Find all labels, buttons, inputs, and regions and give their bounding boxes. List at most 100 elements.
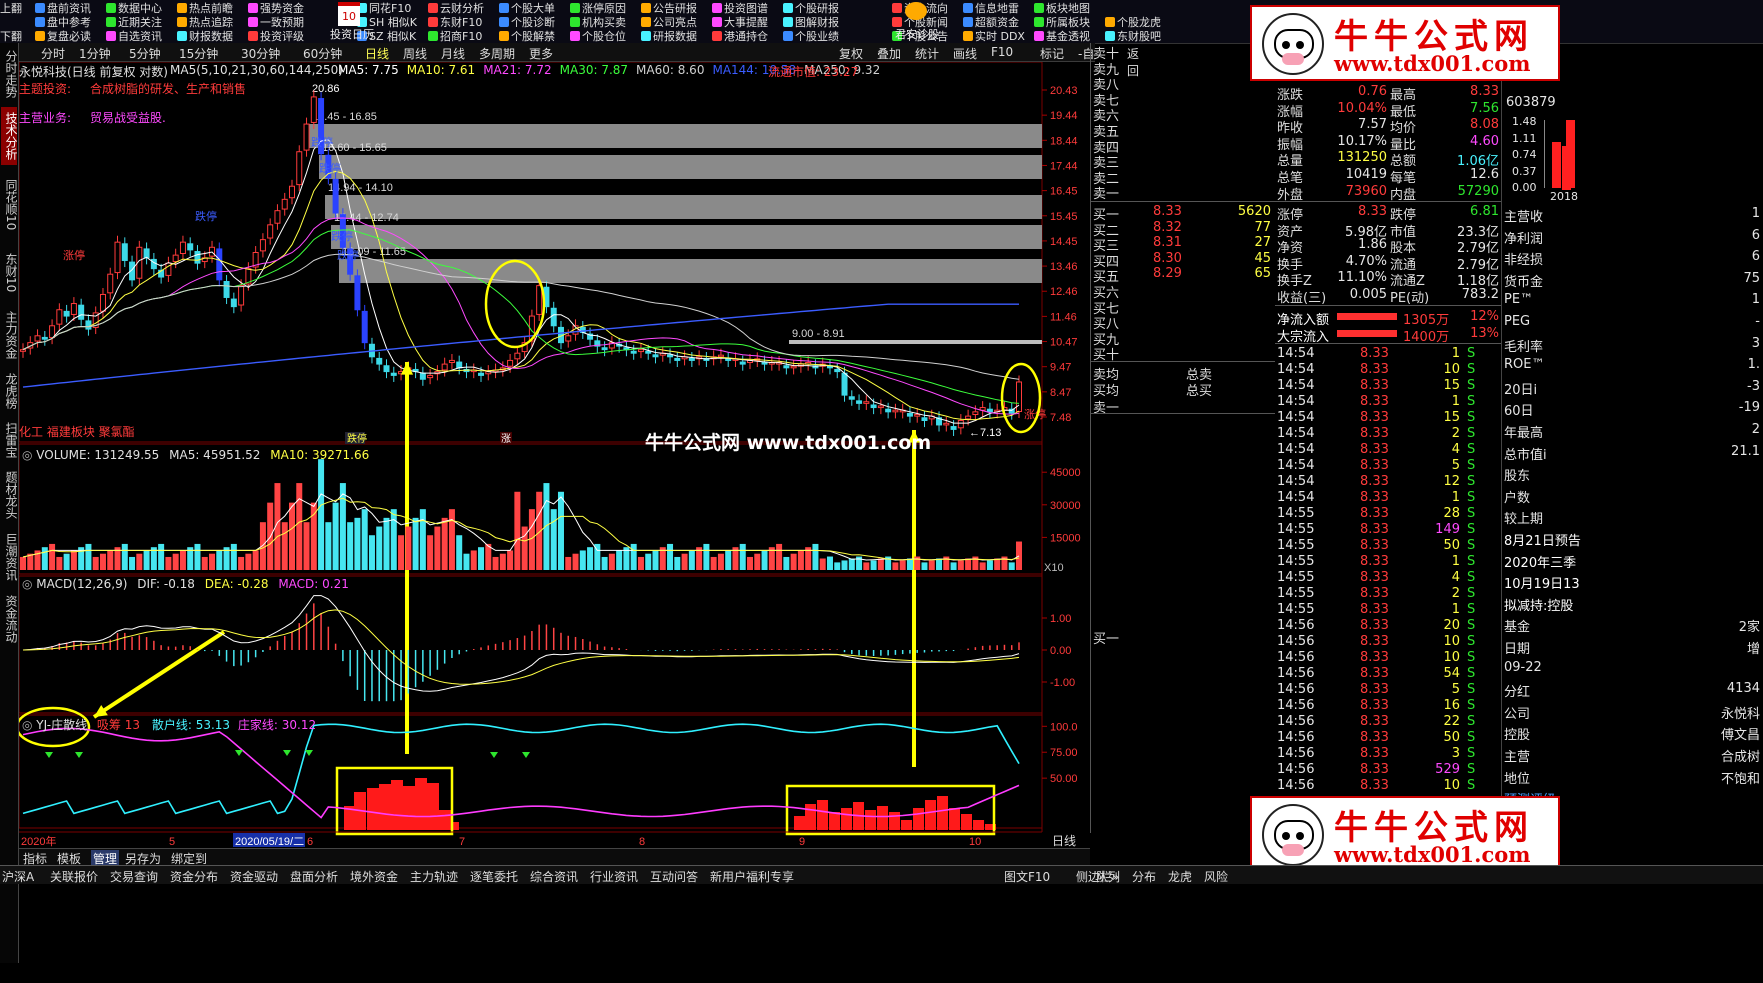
status-tab[interactable]: 关联报价	[50, 868, 98, 885]
volume-bar	[572, 553, 579, 570]
period-button[interactable]: 分时	[41, 45, 65, 62]
buy-one-bottom-label[interactable]: 买一	[1093, 628, 1119, 647]
toolbar-button[interactable]: 东财股吧	[1105, 28, 1161, 44]
toolbar-button[interactable]: 个股仓位	[570, 28, 626, 44]
info-value: 6	[1751, 249, 1760, 265]
tick-time: 14:54	[1277, 394, 1315, 409]
period-tool-button[interactable]: 叠加	[877, 45, 901, 62]
side-tab[interactable]: 分时走势	[1, 45, 18, 103]
toolbar-button[interactable]: 研报数据	[641, 28, 697, 44]
calendar-icon[interactable]: 10	[338, 2, 360, 26]
volume-tick-label: 30000	[1050, 500, 1081, 512]
period-button[interactable]: 60分钟	[303, 45, 342, 62]
gap-band	[309, 124, 1042, 148]
candle-body	[870, 404, 877, 409]
period-button[interactable]: 30分钟	[241, 45, 280, 62]
status-tab[interactable]: 主力轨迹	[410, 868, 458, 885]
toolbar-page-button[interactable]: 上翻	[0, 0, 22, 16]
side-tab[interactable]: 题材龙头	[1, 466, 18, 524]
tick-time: 14:54	[1277, 458, 1315, 473]
info-value: -3	[1747, 378, 1760, 394]
toolbar-button[interactable]: 港通持仓	[712, 28, 768, 44]
status-tab[interactable]: 互动问答	[650, 868, 698, 885]
candle-body	[739, 361, 746, 365]
toolbar-button[interactable]: 实时 DDX	[963, 28, 1025, 44]
status-tab[interactable]: 队列	[1096, 868, 1120, 885]
toolbar-page-button[interactable]: 下翻	[0, 28, 22, 44]
status-tab[interactable]: 分布	[1132, 868, 1156, 885]
tick-volume: 1	[1451, 490, 1460, 505]
toolbar-button[interactable]: 复盘必读	[35, 28, 91, 44]
tick-side: S	[1467, 442, 1476, 457]
toolbar-button[interactable]: 自选资讯	[106, 28, 162, 44]
sell-level-label[interactable]: 卖一	[1093, 183, 1119, 202]
toolbar-button[interactable]: 招商F10	[428, 28, 482, 44]
period-button[interactable]: 多周期	[479, 45, 515, 62]
calendar-label[interactable]: 投资日历	[330, 26, 374, 42]
period-button[interactable]: 更多	[529, 45, 553, 62]
tick-volume: 20	[1443, 618, 1460, 633]
status-tab[interactable]: 行业资讯	[590, 868, 638, 885]
period-tool-button[interactable]: 复权	[839, 45, 863, 62]
period-button[interactable]: 日线	[365, 45, 389, 62]
status-tab[interactable]: 盘面分析	[290, 868, 338, 885]
tick-time: 14:56	[1277, 682, 1315, 697]
status-bar: 沪深A 关联报价 交易查询 资金分布 资金驱动 盘面分析 境外资金 主力轨迹 逐笔委托 综合资讯行…	[0, 865, 1763, 884]
toolbar-button[interactable]: 个股解禁	[499, 28, 555, 44]
period-button[interactable]: 月线	[441, 45, 465, 62]
period-button[interactable]: 15分钟	[179, 45, 218, 62]
period-tool-button[interactable]: 统计	[915, 45, 939, 62]
status-tab[interactable]: 龙虎	[1168, 868, 1192, 885]
tick-price: 8.33	[1360, 474, 1389, 489]
toolbar-button[interactable]: 财报数据	[177, 28, 233, 44]
status-tab[interactable]: 图文F10	[1004, 868, 1050, 885]
status-tab[interactable]: 资金驱动	[230, 868, 278, 885]
status-tab[interactable]: 沪深A	[2, 868, 34, 885]
period-tool-button[interactable]: 标记	[1040, 45, 1064, 62]
toolbar-button[interactable]: 基金透视	[1034, 28, 1090, 44]
side-tab[interactable]: 同花顺10	[1, 169, 18, 240]
period-button[interactable]: 周线	[403, 45, 427, 62]
side-tab[interactable]: 扫雷宝	[1, 417, 18, 462]
status-tab[interactable]: 风险	[1204, 868, 1228, 885]
junan-label[interactable]: 君安诊股	[895, 26, 939, 42]
period-tool-button[interactable]: F10	[991, 45, 1013, 59]
price-tick-label: 8.47	[1050, 387, 1071, 399]
candle-body	[70, 303, 77, 315]
yj-circle-icon[interactable]: ◎	[22, 718, 36, 732]
period-button[interactable]: 1分钟	[79, 45, 111, 62]
yj-block	[901, 820, 912, 830]
info-value: 4134	[1726, 681, 1760, 697]
period-tool-button[interactable]: 画线	[953, 45, 977, 62]
toolbar-button-label: 个股业绩	[795, 30, 839, 43]
info-label: 股东	[1504, 469, 1531, 485]
theme-text: 合成树脂的研发、生产和销售	[90, 82, 247, 96]
toolbar-button-label: 招商F10	[440, 30, 483, 43]
status-tab[interactable]: 综合资讯	[530, 868, 578, 885]
toolbar-button[interactable]: 投资评级	[248, 28, 304, 44]
toolbar-icon	[641, 17, 651, 27]
status-tab[interactable]: 逐笔委托	[470, 868, 518, 885]
tick-time: 14:54	[1277, 474, 1315, 489]
candle-body	[390, 372, 397, 376]
candle-body	[332, 178, 339, 214]
side-tab[interactable]: 龙虎榜	[1, 368, 18, 413]
status-tab[interactable]: 资金分布	[170, 868, 218, 885]
side-tab[interactable]: 东财10	[1, 244, 18, 302]
tick-side: S	[1467, 650, 1476, 665]
volume-circle-icon[interactable]: ◎	[22, 448, 36, 462]
macd-circle-icon[interactable]: ◎	[22, 577, 36, 591]
status-tab[interactable]: 境外资金	[350, 868, 398, 885]
toolbar-button[interactable]: 个股业绩	[783, 28, 839, 44]
quote-divider	[1275, 343, 1501, 344]
status-tab[interactable]: 交易查询	[110, 868, 158, 885]
stat-value: 8.08	[1470, 117, 1499, 133]
side-tab[interactable]: 技术分析	[1, 107, 18, 165]
info-label: 货币金	[1504, 274, 1544, 290]
side-tab[interactable]: 主力资金	[1, 306, 18, 364]
period-button[interactable]: 5分钟	[129, 45, 161, 62]
candle-body	[957, 419, 964, 429]
side-tab[interactable]: 资金流动	[1, 590, 18, 648]
side-tab[interactable]: 巨潮资讯	[1, 528, 18, 586]
status-tab[interactable]: 新用户福利专享	[710, 868, 794, 885]
